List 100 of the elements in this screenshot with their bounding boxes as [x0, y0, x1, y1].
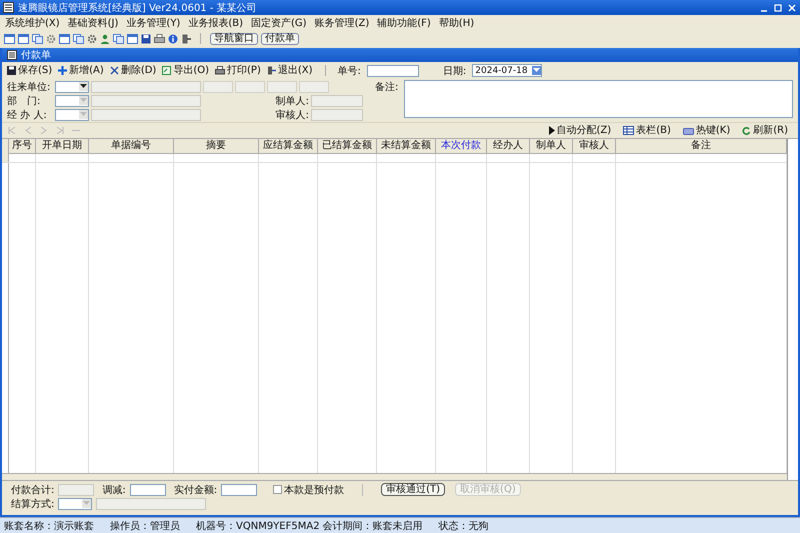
menu-item[interactable]: 辅助功能(F): [374, 16, 434, 30]
toolbar-button[interactable]: 表栏(B): [623, 124, 671, 136]
export-icon: [162, 66, 172, 75]
refresh-icon: [742, 126, 752, 135]
toolbar-button[interactable]: 导出(O): [162, 64, 210, 76]
info-field: [203, 80, 233, 92]
first-record-icon[interactable]: [8, 127, 16, 134]
field-label: 实付金额:: [174, 484, 218, 496]
amount-field[interactable]: [130, 484, 166, 496]
menu-item[interactable]: 业务报表(B): [185, 16, 246, 30]
column-header[interactable]: 开单日期: [36, 139, 89, 154]
toolbar-button[interactable]: 删除(D): [110, 64, 156, 76]
door-icon: [266, 66, 276, 75]
toolbar-button[interactable]: 退出(X): [266, 64, 313, 76]
column-header[interactable]: 制单人: [530, 139, 573, 154]
horizontal-scrollbar[interactable]: [2, 473, 787, 480]
caret-icon: [80, 98, 87, 103]
info-icon[interactable]: [168, 34, 178, 44]
column-header[interactable]: 单据编号: [89, 139, 174, 154]
undo-icon[interactable]: [72, 127, 80, 134]
document-icon: [7, 50, 17, 60]
caret-icon: [83, 501, 90, 506]
date-label: 日期:: [442, 64, 466, 78]
name-field[interactable]: [91, 108, 201, 120]
maximize-button[interactable]: [774, 4, 782, 12]
gear-icon[interactable]: [87, 34, 97, 44]
column-header[interactable]: 应结算金额: [259, 139, 318, 154]
copy-icon[interactable]: [73, 34, 84, 44]
name-field[interactable]: [311, 94, 363, 106]
toolbar-button[interactable]: 打印(P): [215, 64, 261, 76]
field-label: 部 门:: [7, 94, 42, 108]
previous-record-icon[interactable]: [24, 127, 32, 134]
next-record-icon[interactable]: [40, 127, 48, 134]
toolbar-button[interactable]: 自动分配(Z): [548, 124, 612, 136]
prepay-checkbox[interactable]: 本款是预付款: [273, 482, 344, 496]
toolbar-button[interactable]: 热键(K): [682, 124, 730, 136]
quick-button[interactable]: 导航窗口: [210, 32, 258, 44]
plus-icon: [58, 66, 68, 75]
x-icon: [110, 66, 119, 75]
menu-item[interactable]: 帮助(H): [436, 16, 478, 30]
amount-field[interactable]: [221, 484, 258, 496]
name-field[interactable]: [311, 108, 363, 120]
party-dropdown[interactable]: [55, 80, 89, 92]
person-icon[interactable]: [100, 34, 110, 44]
window-icon[interactable]: [18, 34, 29, 44]
settlement-dropdown[interactable]: [58, 498, 92, 510]
copy-icon[interactable]: [32, 34, 43, 44]
number-label: 单号:: [338, 64, 361, 78]
play-icon: [548, 126, 555, 135]
printer-icon: [215, 66, 226, 75]
info-field: [267, 80, 297, 92]
app-logo-icon: [3, 2, 14, 13]
menu-item[interactable]: 业务管理(Y): [123, 16, 184, 30]
keyboard-icon: [682, 126, 694, 134]
remark-label: 备注:: [375, 80, 398, 95]
name-field[interactable]: [91, 80, 201, 92]
field-label: 经 办 人:: [7, 108, 48, 122]
amount-field[interactable]: [58, 484, 94, 496]
door-icon[interactable]: [181, 34, 191, 44]
caret-icon: [80, 84, 87, 89]
info-field: [299, 80, 329, 92]
window-icon[interactable]: [4, 34, 15, 44]
number-field[interactable]: [366, 64, 419, 76]
last-record-icon[interactable]: [56, 127, 64, 134]
caret-icon: [80, 112, 87, 117]
menu-item[interactable]: 系统维护(X): [2, 16, 63, 30]
document-title: 付款单: [21, 48, 51, 62]
printer-icon[interactable]: [154, 34, 165, 44]
column-header[interactable]: 本次付款: [436, 139, 487, 154]
field-label: 付款合计:: [11, 484, 54, 496]
status-text: 状态：无狗: [438, 520, 489, 532]
gear-icon[interactable]: [46, 34, 56, 44]
close-button[interactable]: [788, 4, 796, 12]
menu-item[interactable]: 账务管理(Z): [312, 16, 372, 30]
menu-item[interactable]: 固定资产(G): [248, 16, 310, 30]
column-header[interactable]: 未结算金额: [377, 139, 436, 154]
column-header[interactable]: 备注: [616, 139, 787, 154]
toolbar-button[interactable]: 保存(S): [7, 64, 52, 76]
info-field: [235, 80, 265, 92]
audit-button[interactable]: 审核通过(T): [381, 483, 446, 496]
settlement-field[interactable]: [96, 498, 206, 510]
quick-button[interactable]: 付款单: [261, 32, 299, 44]
field-label: 结算方式:: [11, 498, 54, 510]
copy-icon[interactable]: [113, 34, 124, 44]
column-header[interactable]: 经办人: [487, 139, 530, 154]
menu-item[interactable]: 基础资料(J): [64, 16, 122, 30]
column-header[interactable]: 已结算金额: [318, 139, 377, 154]
caret-icon: [533, 68, 540, 73]
date-picker[interactable]: 2024-07-18: [472, 64, 542, 77]
name-field[interactable]: [91, 94, 201, 106]
toolbar-button[interactable]: 新增(A): [58, 64, 104, 76]
window-icon[interactable]: [127, 34, 138, 44]
window-icon[interactable]: [59, 34, 70, 44]
status-text: 机器号：VQNM9YEF5MA2 会计期间：账套未启用: [196, 520, 423, 532]
grid-icon: [623, 126, 634, 135]
column-header[interactable]: 摘要: [174, 139, 259, 154]
remark-field[interactable]: [404, 80, 793, 118]
column-header[interactable]: 序号: [9, 139, 36, 154]
toolbar-button[interactable]: 刷新(R): [742, 124, 788, 136]
column-header[interactable]: 审核人: [573, 139, 616, 154]
